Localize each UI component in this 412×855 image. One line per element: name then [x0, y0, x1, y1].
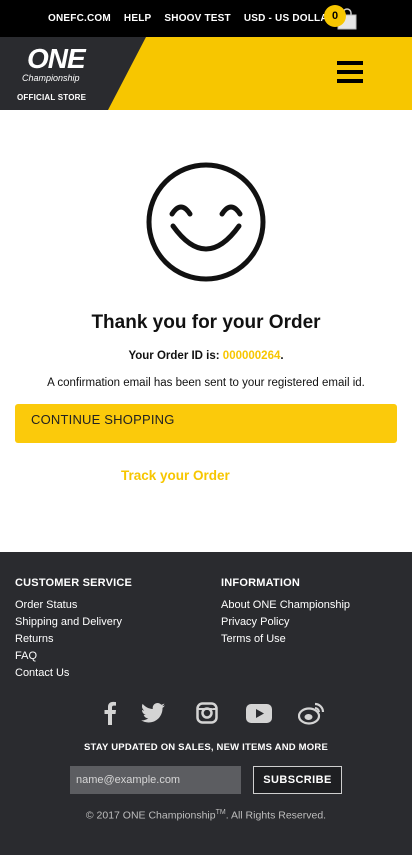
about-link[interactable]: About ONE Championship [221, 597, 350, 614]
shoov-test-link[interactable]: SHOOV TEST [164, 13, 230, 24]
newsletter-heading: STAY UPDATED ON SALES, NEW ITEMS AND MOR… [84, 742, 328, 753]
site-footer: CUSTOMER SERVICE Order Status Shipping a… [0, 552, 412, 855]
subscribe-button[interactable]: SUBSCRIBE [253, 766, 342, 794]
help-link[interactable]: HELP [124, 13, 151, 24]
onefc-link[interactable]: ONEFC.COM [48, 13, 111, 24]
social-links [0, 700, 412, 726]
track-order-link[interactable]: Track your Order [121, 468, 230, 483]
copyright-suffix: . All Rights Reserved. [225, 809, 327, 822]
instagram-icon[interactable] [193, 700, 221, 726]
shipping-delivery-link[interactable]: Shipping and Delivery [15, 614, 132, 631]
weibo-icon[interactable] [298, 700, 326, 726]
top-utility-bar: ONEFC.COM HELP SHOOV TEST USD - US DOLLA… [0, 0, 412, 37]
page-title: Thank you for your Order [91, 312, 321, 333]
order-id-link[interactable]: 000000264 [223, 350, 281, 362]
order-id-line: Your Order ID is: 000000264. [0, 350, 412, 362]
cart-button[interactable]: 0 [324, 4, 360, 30]
confirmation-message: A confirmation email has been sent to yo… [47, 377, 365, 389]
logo-wordmark: ONE [27, 43, 86, 74]
menu-icon[interactable] [337, 61, 363, 85]
contact-us-link[interactable]: Contact Us [15, 665, 132, 682]
order-id-suffix: . [280, 350, 284, 362]
order-id-label: Your Order ID is: [128, 350, 223, 362]
customer-service-section: CUSTOMER SERVICE Order Status Shipping a… [15, 577, 132, 682]
currency-selector[interactable]: USD - US DOLLAR [244, 13, 335, 24]
twitter-icon[interactable] [139, 700, 167, 726]
one-championship-logo[interactable]: ONE Championship OFFICIAL STORE [14, 43, 124, 105]
returns-link[interactable]: Returns [15, 631, 132, 648]
privacy-policy-link[interactable]: Privacy Policy [221, 614, 350, 631]
cart-count-badge: 0 [324, 5, 346, 27]
top-links: ONEFC.COM HELP SHOOV TEST USD - US DOLLA… [48, 13, 348, 24]
youtube-icon[interactable] [245, 700, 273, 726]
facebook-icon[interactable] [96, 700, 124, 726]
site-header: ONE Championship OFFICIAL STORE [0, 37, 412, 110]
official-store-label: OFFICIAL STORE [17, 93, 87, 102]
copyright-text: © 2017 ONE ChampionshipTM. All Rights Re… [0, 809, 412, 822]
faq-link[interactable]: FAQ [15, 648, 132, 665]
customer-service-heading: CUSTOMER SERVICE [15, 577, 133, 589]
continue-shopping-label: CONTINUE SHOPPING [31, 412, 175, 427]
continue-shopping-button[interactable]: CONTINUE SHOPPING [15, 404, 397, 443]
trademark-sup: TM [215, 809, 226, 816]
order-status-link[interactable]: Order Status [15, 597, 132, 614]
information-heading: INFORMATION [221, 577, 300, 589]
information-section: INFORMATION About ONE Championship Priva… [221, 577, 350, 648]
terms-of-use-link[interactable]: Terms of Use [221, 631, 350, 648]
newsletter-email-input[interactable] [70, 766, 241, 794]
smiley-face-icon [146, 162, 266, 282]
copyright-prefix: © 2017 ONE Championship [85, 809, 216, 822]
logo-subtitle: Championship [22, 73, 80, 83]
